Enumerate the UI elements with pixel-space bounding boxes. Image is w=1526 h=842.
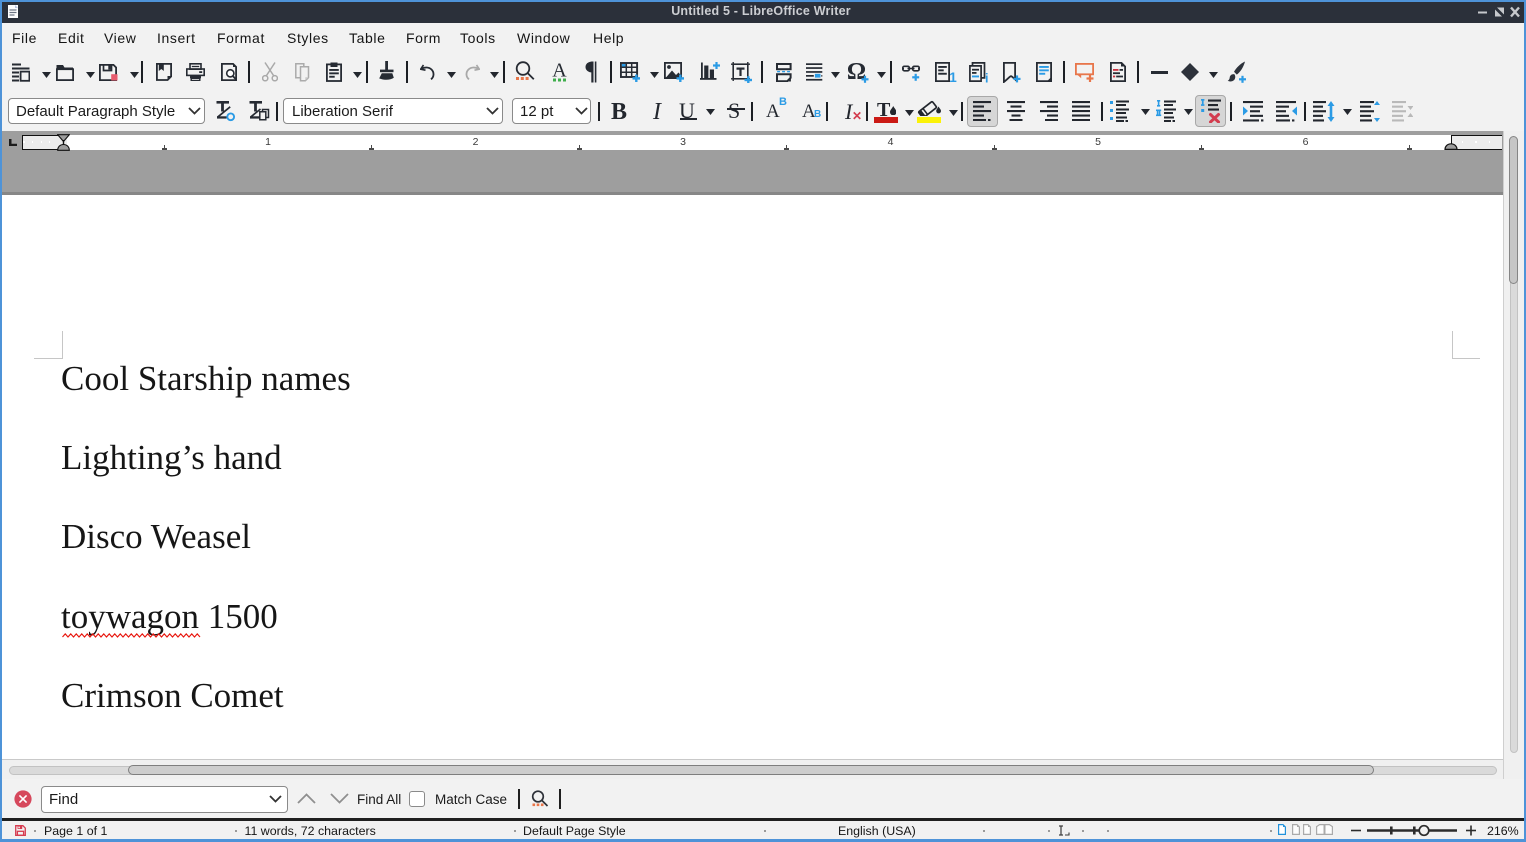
svg-text:A: A <box>552 61 567 82</box>
svg-text:i: i <box>985 71 988 83</box>
svg-text:1: 1 <box>949 70 957 83</box>
